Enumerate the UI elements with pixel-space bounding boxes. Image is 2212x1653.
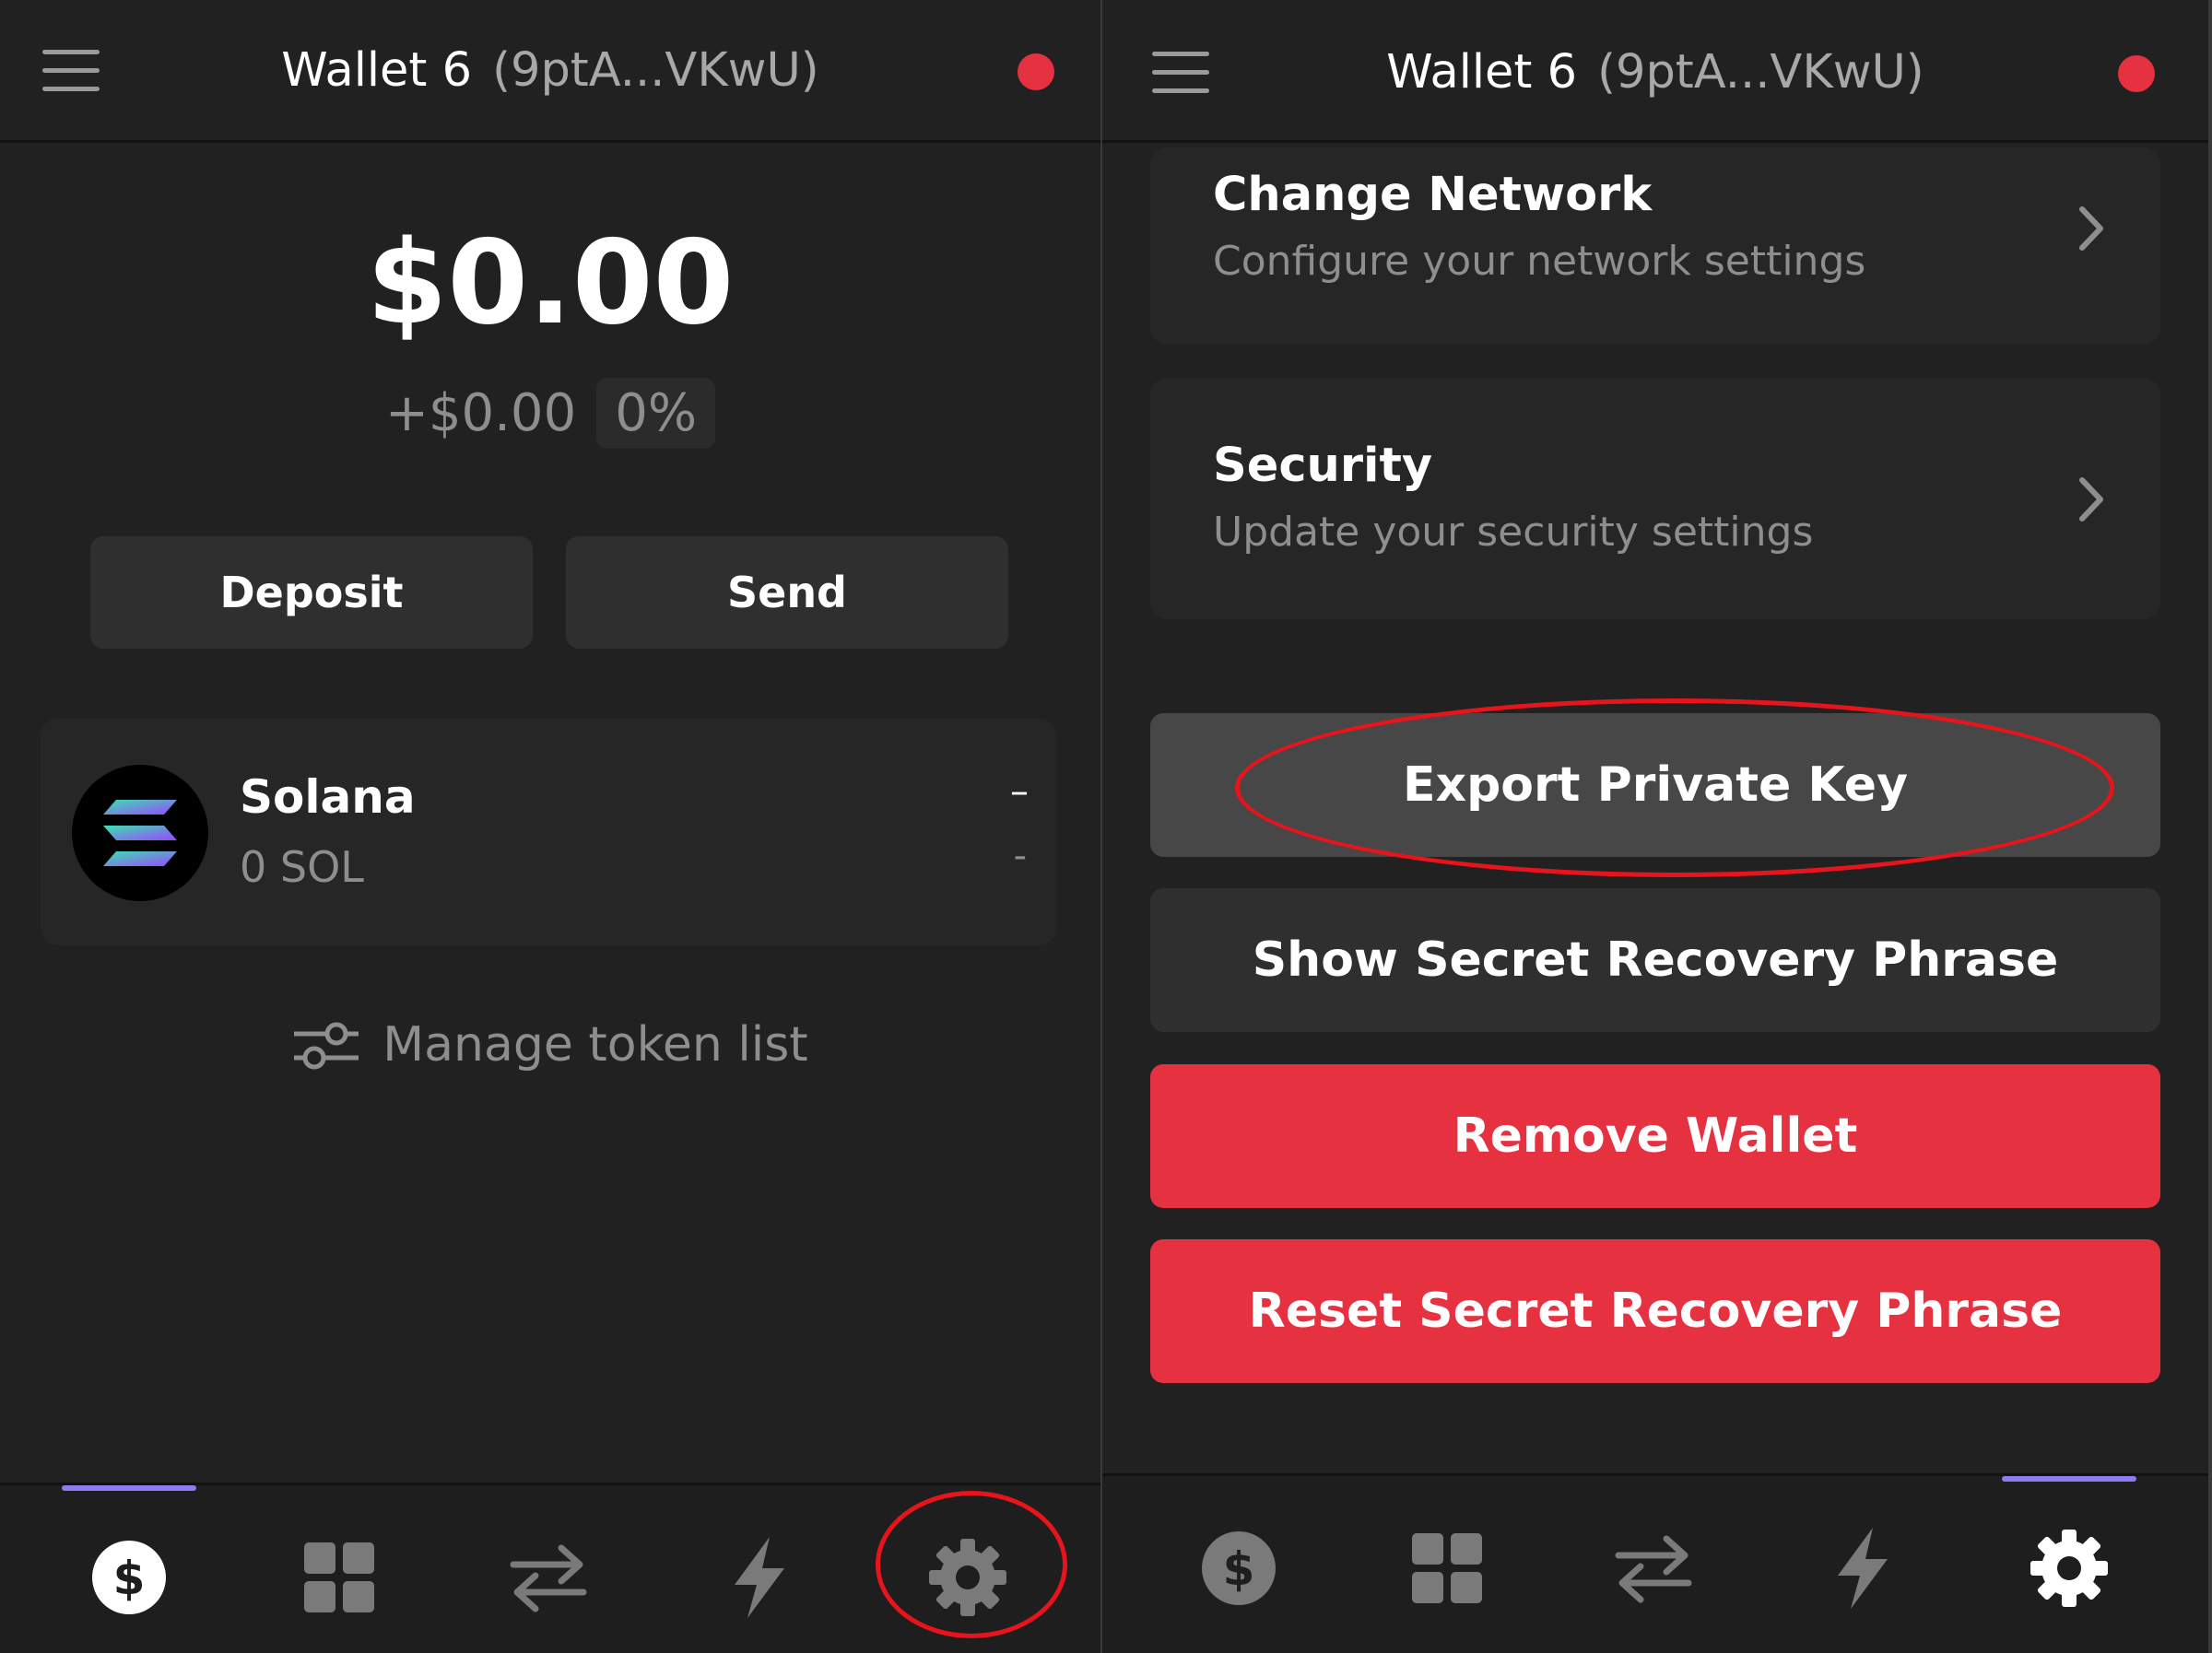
apps-grid-icon[interactable] [293,1531,385,1624]
setting-subtitle: Configure your network settings [1213,238,1866,285]
svg-text:$: $ [1223,1542,1255,1596]
chevron-right-icon [2079,477,2103,522]
wallet-address: (9ptA...VKwU) [1597,45,1924,100]
swap-icon[interactable] [502,1531,594,1624]
export-private-key-button[interactable]: Export Private Key [1150,713,2160,857]
setting-security[interactable]: Security Update your security settings [1150,378,2160,619]
connection-status-dot[interactable] [1018,53,1054,90]
window-border-right [2208,0,2212,1653]
setting-title: Change Network [1213,168,1653,222]
active-tab-indicator [2002,1476,2136,1482]
solana-logo-icon [72,765,208,901]
svg-text:$: $ [113,1552,146,1605]
app-header: Wallet 6 (9ptA...VKwU) [0,0,1100,143]
manage-token-list-link[interactable]: Manage token list [0,1017,1100,1073]
bottom-tab-bar: $ [0,1483,1100,1653]
connection-status-dot[interactable] [2118,55,2155,92]
balances-icon[interactable]: $ [83,1531,175,1624]
wallet-title[interactable]: Wallet 6 (9ptA...VKwU) [0,39,1100,103]
send-button[interactable]: Send [566,536,1008,649]
token-value: – [1010,770,1029,813]
deposit-button[interactable]: Deposit [90,536,533,649]
wallet-name: Wallet 6 [1386,45,1578,100]
setting-subtitle: Update your security settings [1213,509,1814,556]
wallet-balances-screen: Wallet 6 (9ptA...VKwU) $0.00 +$0.00 0% De… [0,0,1100,1653]
wallet-name: Wallet 6 [281,43,473,98]
chevron-right-icon [2079,206,2103,251]
remove-wallet-button[interactable]: Remove Wallet [1150,1064,2160,1208]
balance-change-amount: +$0.00 [384,383,577,443]
app-header: Wallet 6 (9ptA...VKwU) [1102,0,2208,143]
token-change: - [1013,835,1027,877]
wallet-title[interactable]: Wallet 6 (9ptA...VKwU) [1102,41,2208,105]
apps-grid-icon[interactable] [1401,1522,1493,1614]
active-tab-indicator [62,1485,196,1491]
swap-icon[interactable] [1607,1522,1700,1614]
token-amount: 0 SOL [240,842,364,892]
bottom-tab-bar: $ [1102,1473,2208,1653]
settings-gear-icon[interactable] [2023,1522,2115,1614]
token-name: Solana [240,770,416,824]
balance-change-percent: 0% [596,378,716,449]
total-balance: $0.00 [366,215,735,350]
token-row-solana[interactable]: Solana 0 SOL – - [41,719,1056,945]
setting-change-network[interactable]: Change Network Configure your network se… [1150,147,2160,345]
balance-change: +$0.00 0% [0,378,1100,449]
setting-title: Security [1213,439,1433,493]
activity-bolt-icon[interactable] [1816,1522,1908,1614]
sliders-icon [294,1022,359,1070]
activity-bolt-icon[interactable] [712,1531,805,1624]
reset-recovery-phrase-button[interactable]: Reset Secret Recovery Phrase [1150,1239,2160,1383]
balances-icon[interactable]: $ [1193,1522,1285,1614]
manage-token-list-label: Manage token list [382,1017,808,1073]
wallet-settings-screen: Wallet 6 (9ptA...VKwU) Change Network Con… [1102,0,2208,1653]
settings-gear-icon[interactable] [922,1531,1014,1624]
show-recovery-phrase-button[interactable]: Show Secret Recovery Phrase [1150,888,2160,1032]
wallet-address: (9ptA...VKwU) [492,43,819,98]
